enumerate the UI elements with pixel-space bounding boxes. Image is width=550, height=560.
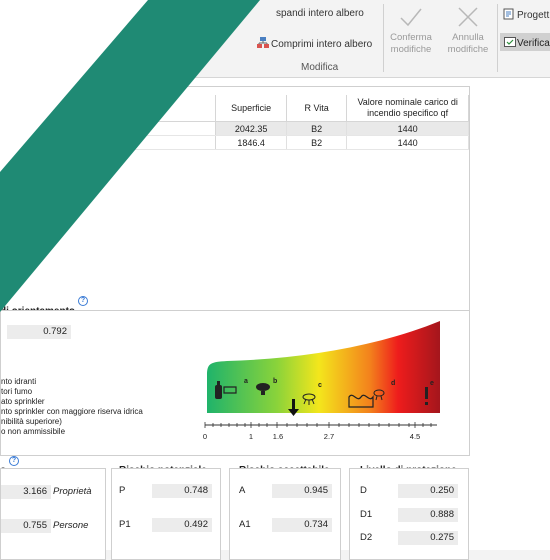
teal-diagonal-decoration xyxy=(0,0,260,312)
